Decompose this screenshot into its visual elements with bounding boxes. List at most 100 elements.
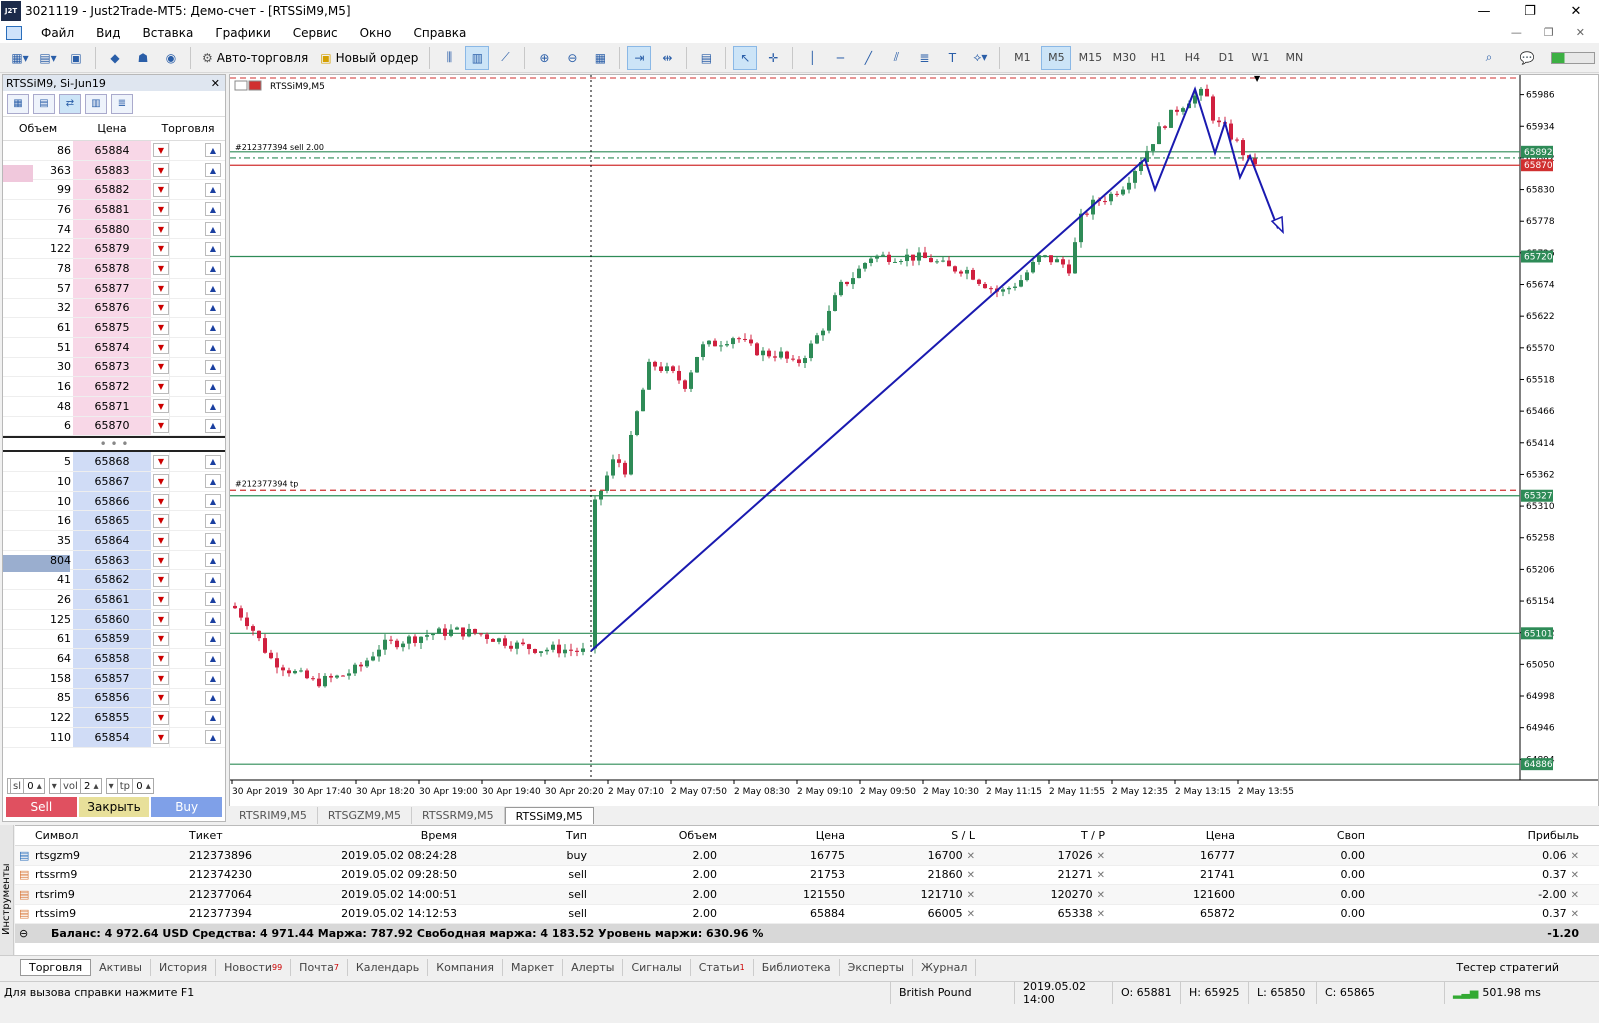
- sell-limit-icon[interactable]: ▼: [153, 163, 169, 178]
- dom-trade-cell[interactable]: [169, 452, 205, 471]
- dom-price[interactable]: 65872: [73, 377, 151, 396]
- position-sl[interactable]: 16700 ✕: [849, 849, 979, 862]
- minimize-button[interactable]: —: [1461, 4, 1507, 19]
- col-ticket[interactable]: Тикет: [185, 829, 303, 842]
- dom-price[interactable]: 65865: [73, 511, 151, 531]
- menu-file[interactable]: Файл: [30, 26, 85, 40]
- buy-limit-icon[interactable]: ▲: [205, 494, 221, 509]
- dom-trade-cell[interactable]: [169, 649, 205, 668]
- dom-settings-icon[interactable]: ≣: [111, 93, 133, 114]
- remove-icon[interactable]: ✕: [1097, 909, 1105, 920]
- close-position-button[interactable]: Закрыть: [78, 797, 150, 817]
- dom-price[interactable]: 65857: [73, 668, 151, 688]
- timeframe-m15[interactable]: M15: [1075, 46, 1105, 70]
- remove-icon[interactable]: ✕: [1097, 890, 1105, 901]
- sell-limit-icon[interactable]: ▼: [153, 261, 169, 276]
- dom-trade-cell[interactable]: [169, 491, 205, 511]
- sell-limit-icon[interactable]: ▼: [153, 651, 169, 666]
- col-swap[interactable]: Своп: [1239, 829, 1369, 842]
- remove-icon[interactable]: ✕: [967, 909, 975, 920]
- dom-row[interactable]: 78 65878 ▼ ▲: [3, 259, 225, 279]
- dom-row[interactable]: 35 65864 ▼ ▲: [3, 531, 225, 551]
- dom-price[interactable]: 65864: [73, 531, 151, 550]
- dom-row[interactable]: 122 65879 ▼ ▲: [3, 239, 225, 260]
- dom-row[interactable]: 804 65863 ▼ ▲: [3, 550, 225, 572]
- dom-row[interactable]: 16 65872 ▼ ▲: [3, 377, 225, 397]
- timeframe-m30[interactable]: M30: [1109, 46, 1139, 70]
- dom-trade-cell[interactable]: [169, 688, 205, 708]
- dom-row[interactable]: 41 65862 ▼ ▲: [3, 570, 225, 591]
- dom-price[interactable]: 65855: [73, 708, 151, 727]
- dom-trade-cell[interactable]: [169, 200, 205, 219]
- chat-icon[interactable]: 💬: [1515, 46, 1539, 70]
- sell-limit-icon[interactable]: ▼: [153, 281, 169, 296]
- dom-price[interactable]: 65874: [73, 337, 151, 357]
- dom-trade-cell[interactable]: [169, 472, 205, 491]
- dom-row[interactable]: 51 65874 ▼ ▲: [3, 337, 225, 358]
- position-profit[interactable]: 0.37 ✕: [1369, 907, 1599, 920]
- dom-chart-icon[interactable]: ▦: [7, 93, 29, 114]
- position-row[interactable]: ▤ rtsgzm9 212373896 2019.05.02 08:24:28 buy 2…: [15, 846, 1599, 866]
- buy-limit-icon[interactable]: ▲: [205, 710, 221, 725]
- remove-icon[interactable]: ✕: [1571, 851, 1579, 862]
- dom-price[interactable]: 65875: [73, 318, 151, 337]
- remove-icon[interactable]: ✕: [967, 851, 975, 862]
- buy-limit-icon[interactable]: ▲: [205, 730, 221, 745]
- tab-library[interactable]: Библиотека: [754, 958, 840, 976]
- dom-row[interactable]: 64 65858 ▼ ▲: [3, 649, 225, 669]
- dom-trade-icon[interactable]: ⇄: [59, 93, 81, 114]
- col-sl[interactable]: S / L: [849, 829, 979, 842]
- buy-limit-icon[interactable]: ▲: [205, 163, 221, 178]
- buy-limit-icon[interactable]: ▲: [205, 592, 221, 607]
- sell-limit-icon[interactable]: ▼: [153, 612, 169, 627]
- tab-trade[interactable]: Торговля: [20, 958, 92, 976]
- profiles-icon[interactable]: ▤▾: [36, 46, 60, 70]
- dom-price[interactable]: 65866: [73, 491, 151, 511]
- menu-view[interactable]: Вид: [85, 26, 131, 40]
- doc-close-button[interactable]: ✕: [1576, 26, 1585, 39]
- buy-limit-icon[interactable]: ▲: [205, 418, 221, 433]
- tab-journal[interactable]: Журнал: [913, 958, 977, 976]
- sell-limit-icon[interactable]: ▼: [153, 359, 169, 374]
- chart-tab-rtsrim9[interactable]: RTSRIM9,M5: [229, 807, 318, 824]
- shapes-icon[interactable]: ⟡▾: [968, 46, 992, 70]
- tab-history[interactable]: История: [151, 958, 217, 976]
- dom-trade-cell[interactable]: [169, 278, 205, 298]
- dom-trade-cell[interactable]: [169, 298, 205, 318]
- dom-price[interactable]: 65862: [73, 570, 151, 590]
- tab-signals[interactable]: Сигналы: [623, 958, 691, 976]
- sell-limit-icon[interactable]: ▼: [153, 710, 169, 725]
- position-row[interactable]: ▤ rtssrm9 212374230 2019.05.02 09:28:50 sell…: [15, 866, 1599, 885]
- candles-icon[interactable]: ▥: [465, 45, 490, 70]
- dom-row[interactable]: 110 65854 ▼ ▲: [3, 727, 225, 748]
- buy-limit-icon[interactable]: ▲: [205, 182, 221, 197]
- dom-price[interactable]: 65868: [73, 452, 151, 471]
- horizontal-line-icon[interactable]: ─: [828, 46, 852, 70]
- tp-field[interactable]: ▾ tp 0 ▴: [105, 778, 154, 794]
- cursor-icon[interactable]: ↖: [733, 45, 758, 70]
- sell-limit-icon[interactable]: ▼: [153, 671, 169, 686]
- dom-trade-cell[interactable]: [169, 590, 205, 609]
- bar-chart-icon[interactable]: ⫼: [437, 46, 461, 70]
- position-tp[interactable]: 17026 ✕: [979, 849, 1109, 862]
- dom-price[interactable]: 65859: [73, 629, 151, 649]
- status-profile[interactable]: British Pound: [890, 981, 1014, 1004]
- price-chart[interactable]: 6598665934658826583065778657266567465622…: [229, 74, 1599, 807]
- dom-price[interactable]: 65878: [73, 259, 151, 278]
- dom-ticks-icon[interactable]: ▤: [33, 93, 55, 114]
- col-time[interactable]: Время: [303, 829, 461, 842]
- sell-limit-icon[interactable]: ▼: [153, 730, 169, 745]
- crosshair-icon[interactable]: ✛: [761, 46, 785, 70]
- chart-shift-icon[interactable]: ⇹: [655, 46, 679, 70]
- buy-limit-icon[interactable]: ▲: [205, 320, 221, 335]
- sell-limit-icon[interactable]: ▼: [153, 454, 169, 469]
- dom-price[interactable]: 65870: [73, 416, 151, 436]
- dom-price[interactable]: 65873: [73, 357, 151, 377]
- menu-charts[interactable]: Графики: [204, 26, 281, 40]
- menu-insert[interactable]: Вставка: [131, 26, 204, 40]
- dom-trade-cell[interactable]: [169, 550, 205, 570]
- buy-limit-icon[interactable]: ▲: [205, 399, 221, 414]
- sell-limit-icon[interactable]: ▼: [153, 182, 169, 197]
- position-profit[interactable]: -2.00 ✕: [1369, 888, 1599, 901]
- dom-price[interactable]: 65883: [73, 160, 151, 180]
